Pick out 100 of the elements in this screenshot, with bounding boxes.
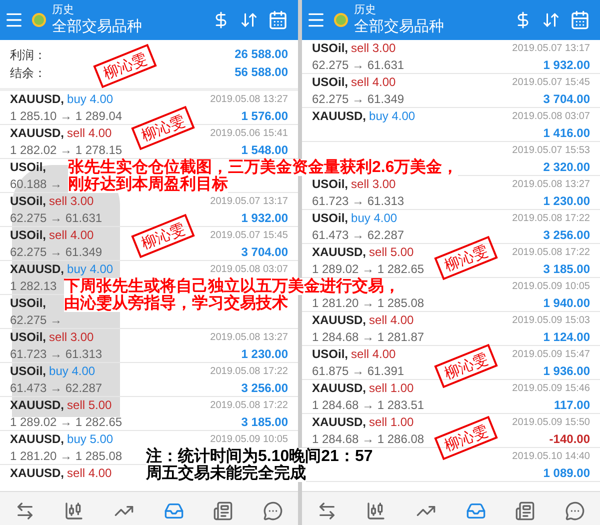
trade-order: buy 4.00	[49, 363, 96, 380]
trade-time: 2019.05.09 15:03	[512, 314, 590, 328]
trade-symbol: USOil,	[10, 193, 46, 210]
trade-symbol: USOil,	[10, 329, 46, 346]
trade-order: sell 4.00	[369, 312, 414, 329]
trade-time: 2019.05.10 14:40	[512, 450, 590, 464]
trade-time: 2019.05.07 13:17	[210, 195, 288, 209]
caption-text: 刚好达到本周盈利目标	[68, 176, 228, 193]
trade-symbol: XAUUSD,	[10, 261, 64, 278]
trade-symbol: USOil,	[10, 295, 46, 312]
trade-prices: 61.473 → 62.287	[312, 227, 404, 244]
trade-symbol: XAUUSD,	[312, 380, 366, 397]
trade-time: 2019.05.09 15:46	[512, 382, 590, 396]
trade-profit: 3 256.00	[240, 380, 288, 397]
trade-profit: 3 185.00	[240, 414, 288, 431]
trade-time: 2019.05.08 17:22	[512, 246, 590, 260]
trade-order: buy 4.00	[67, 91, 114, 108]
trade-time: 2019.05.08 17:22	[512, 212, 590, 226]
trade-time: 2019.05.09 15:50	[512, 416, 590, 430]
trade-prices: 1 289.02 → 1 282.65	[10, 414, 122, 431]
trade-time: 2019.05.07 15:45	[512, 76, 590, 90]
trade-time: 2019.05.08 03:07	[512, 110, 590, 124]
note-text: 周五交易未能完全完成	[146, 465, 306, 482]
trade-profit: 1 940.00	[542, 295, 590, 312]
quotes-tab-icon[interactable]	[316, 501, 337, 521]
summary-label: 利润：	[10, 46, 46, 64]
trade-profit: 1 089.00	[542, 465, 590, 482]
trade-profit: 1 932.00	[240, 210, 288, 227]
trade-time: 2019.05.08 17:22	[210, 365, 288, 379]
trade-order: buy 4.00	[351, 210, 398, 227]
trade-profit: 3 256.00	[542, 227, 590, 244]
trade-profit: 1 230.00	[542, 193, 590, 210]
history-tab-icon[interactable]	[164, 501, 184, 521]
news-tab-icon[interactable]	[213, 501, 234, 521]
news-tab-icon[interactable]	[515, 501, 536, 521]
trade-time: 2019.05.09 10:05	[512, 280, 590, 294]
trade-symbol: XAUUSD,	[10, 125, 64, 142]
trade-order: sell 1.00	[369, 414, 414, 431]
trade-profit: 1 230.00	[240, 346, 288, 363]
caption-text: 由沁雯从旁指导，学习交易技术	[64, 295, 288, 312]
trade-profit: 117.00	[552, 397, 590, 414]
trade-profit: -140.00	[548, 431, 590, 448]
trade-prices: 1 284.68 → 1 283.51	[312, 397, 424, 414]
trade-time: 2019.05.08 13:27	[210, 331, 288, 345]
logo-icon	[334, 13, 348, 27]
trade-prices: 62.275 →	[10, 312, 62, 329]
trade-order: sell 3.00	[49, 329, 94, 346]
trade-profit: 3 704.00	[542, 91, 590, 108]
trade-order: sell 5.00	[67, 397, 112, 414]
caption-text: 张先生实仓仓位截图，三万美金资金量获利2.6万美金，	[68, 159, 458, 176]
trade-time: 2019.05.09 15:47	[512, 348, 590, 362]
trade-prices: 61.723 → 61.313	[312, 193, 404, 210]
trade-symbol: XAUUSD,	[10, 91, 64, 108]
trade-prices: 62.275 → 61.631	[312, 57, 404, 74]
chart-tab-icon[interactable]	[64, 501, 84, 521]
trade-order: buy 5.00	[67, 431, 114, 448]
trade-time: 2019.05.07 15:45	[210, 229, 288, 243]
chat-tab-icon[interactable]	[565, 501, 586, 521]
trade-order: buy 4.00	[369, 108, 416, 125]
trade-time: 2019.05.08 03:07	[210, 263, 288, 277]
trade-order: sell 3.00	[351, 40, 396, 57]
header-subtitle: 历史	[52, 4, 75, 17]
trade-order: sell 5.00	[369, 244, 414, 261]
chat-tab-icon[interactable]	[263, 501, 284, 521]
trade-prices: 1 284.68 → 1 286.08	[312, 431, 424, 448]
trade-symbol: USOil,	[312, 74, 348, 91]
trade-profit: 1 576.00	[240, 108, 288, 125]
trade-prices: 1 281.20 → 1 285.08	[10, 448, 122, 465]
trade-order: sell 4.00	[351, 74, 396, 91]
note-text: 注：统计时间为5.10晚间21：57	[146, 448, 373, 465]
history-tab-icon[interactable]	[466, 501, 486, 521]
trade-symbol: USOil,	[312, 346, 348, 363]
header-title: 全部交易品种	[52, 17, 143, 36]
trade-symbol: XAUUSD,	[312, 312, 366, 329]
summary-value: 26 588.00	[234, 46, 288, 62]
trade-prices: 61.473 → 62.287	[10, 380, 102, 397]
trade-profit: 1 932.00	[542, 57, 590, 74]
trade-prices: 1 285.10 → 1 289.04	[10, 108, 122, 125]
trade-order: sell 3.00	[351, 176, 396, 193]
trade-order: buy 4.00	[67, 261, 114, 278]
header-subtitle: 历史	[354, 4, 377, 17]
trade-time: 2019.05.07 15:53	[512, 144, 590, 158]
trade-profit: 1 548.00	[240, 142, 288, 158]
trade-prices: 60.188 →	[10, 176, 62, 193]
chart-tab-icon[interactable]	[366, 501, 386, 521]
trade-symbol: XAUUSD,	[10, 431, 64, 448]
trade-time: 2019.05.08 17:22	[210, 399, 288, 413]
trade-prices: 1 281.20 → 1 285.08	[312, 295, 424, 312]
trade-prices: 62.275 → 61.349	[312, 91, 404, 108]
trade-profit: 3 185.00	[542, 261, 590, 278]
trade-symbol: USOil,	[10, 227, 46, 244]
trade-profit: 1 416.00	[542, 125, 590, 142]
trade-order: sell 1.00	[369, 380, 414, 397]
trade-prices: 1 282.02 → 1 278.15	[10, 142, 122, 158]
trade-symbol: XAUUSD,	[312, 108, 366, 125]
trade-time: 2019.05.08 13:27	[512, 178, 590, 192]
trade-symbol: USOil,	[10, 363, 46, 380]
quotes-tab-icon[interactable]	[14, 501, 35, 521]
trade-symbol: USOil,	[312, 210, 348, 227]
trade-time: 2019.05.06 15:41	[210, 127, 288, 141]
